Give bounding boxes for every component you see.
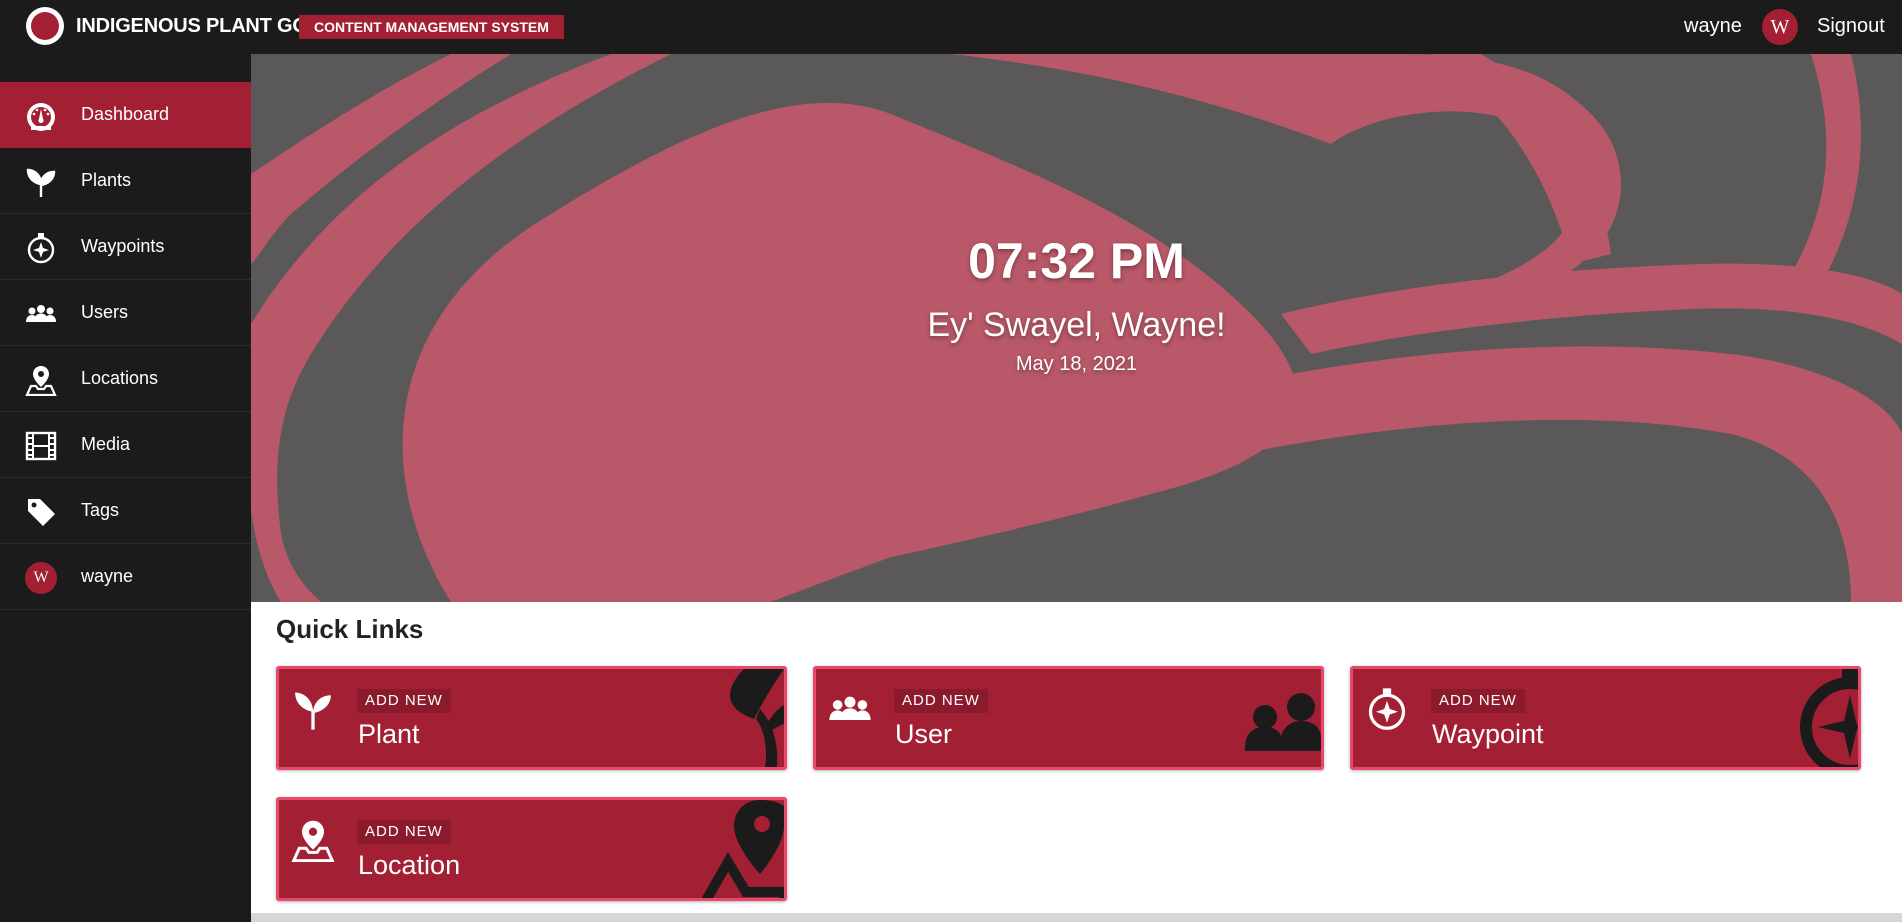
sidebar-item-users[interactable]: Users — [0, 280, 251, 346]
sidebar: Dashboard Plants Waypoints Users Locatio… — [0, 54, 251, 922]
card-label: Plant — [358, 719, 420, 749]
quick-link-add-location[interactable]: ADD NEW Location — [276, 797, 787, 901]
location-watermark-icon — [701, 800, 784, 898]
quick-link-add-plant[interactable]: ADD NEW Plant — [276, 666, 787, 770]
header-username[interactable]: wayne — [1684, 15, 1742, 38]
app-logo[interactable] — [26, 7, 64, 45]
quick-link-add-user[interactable]: ADD NEW User — [813, 666, 1324, 770]
sidebar-item-label: Media — [81, 434, 131, 454]
sidebar-item-label: Waypoints — [81, 236, 165, 256]
header-avatar[interactable]: W — [1762, 9, 1798, 45]
compass-watermark-icon — [1800, 669, 1858, 767]
sidebar-item-label: Tags — [81, 500, 120, 520]
sidebar-item-plants[interactable]: Plants — [0, 148, 251, 214]
add-new-badge: ADD NEW — [357, 820, 451, 844]
tag-icon — [24, 495, 58, 529]
sidebar-item-label: Plants — [81, 170, 132, 190]
location-pin-icon — [291, 818, 335, 863]
plant-icon — [291, 687, 335, 731]
greeting: Ey' Swayel, Wayne! — [927, 306, 1226, 344]
current-date: May 18, 2021 — [1015, 353, 1138, 375]
sidebar-item-label: wayne — [81, 566, 134, 586]
card-label: User — [895, 719, 953, 749]
users-icon — [828, 687, 872, 731]
sidebar-item-dashboard[interactable]: Dashboard — [0, 82, 251, 148]
compass-icon — [24, 231, 58, 265]
add-new-badge: ADD NEW — [1431, 689, 1525, 713]
app-title[interactable]: INDIGENOUS PLANT GO — [76, 15, 308, 38]
sidebar-nav: Dashboard Plants Waypoints Users Locatio… — [0, 82, 251, 610]
sidebar-item-locations[interactable]: Locations — [0, 346, 251, 412]
plant-watermark-icon — [730, 669, 784, 767]
signout-link[interactable]: Signout — [1817, 15, 1885, 38]
sidebar-item-label: Users — [81, 302, 129, 322]
sidebar-item-waypoints[interactable]: Waypoints — [0, 214, 251, 280]
sidebar-item-label: Locations — [81, 368, 159, 388]
dashboard-icon — [24, 99, 58, 133]
compass-icon — [1365, 687, 1409, 731]
sidebar-item-profile[interactable]: W wayne — [0, 544, 251, 610]
add-new-badge: ADD NEW — [894, 689, 988, 713]
bottom-scroll-strip — [251, 913, 1902, 922]
users-icon — [24, 297, 58, 331]
quick-links-title: Quick Links — [276, 614, 424, 644]
hero-banner: 07:32 PM Ey' Swayel, Wayne! May 18, 2021 — [251, 54, 1902, 602]
top-bar: INDIGENOUS PLANT GO CONTENT MANAGEMENT S… — [0, 0, 1902, 54]
location-pin-icon — [24, 363, 58, 397]
avatar: W — [24, 561, 58, 595]
users-watermark-icon — [1245, 693, 1321, 751]
cms-badge: CONTENT MANAGEMENT SYSTEM — [299, 15, 564, 39]
clock-time: 07:32 PM — [968, 233, 1185, 289]
quick-link-add-waypoint[interactable]: ADD NEW Waypoint — [1350, 666, 1861, 770]
film-icon — [24, 429, 58, 463]
plant-icon — [24, 165, 58, 199]
add-new-badge: ADD NEW — [357, 689, 451, 713]
sidebar-item-media[interactable]: Media — [0, 412, 251, 478]
sidebar-item-label: Dashboard — [81, 104, 170, 124]
sidebar-item-tags[interactable]: Tags — [0, 478, 251, 544]
card-label: Waypoint — [1432, 719, 1544, 749]
card-label: Location — [358, 850, 461, 880]
